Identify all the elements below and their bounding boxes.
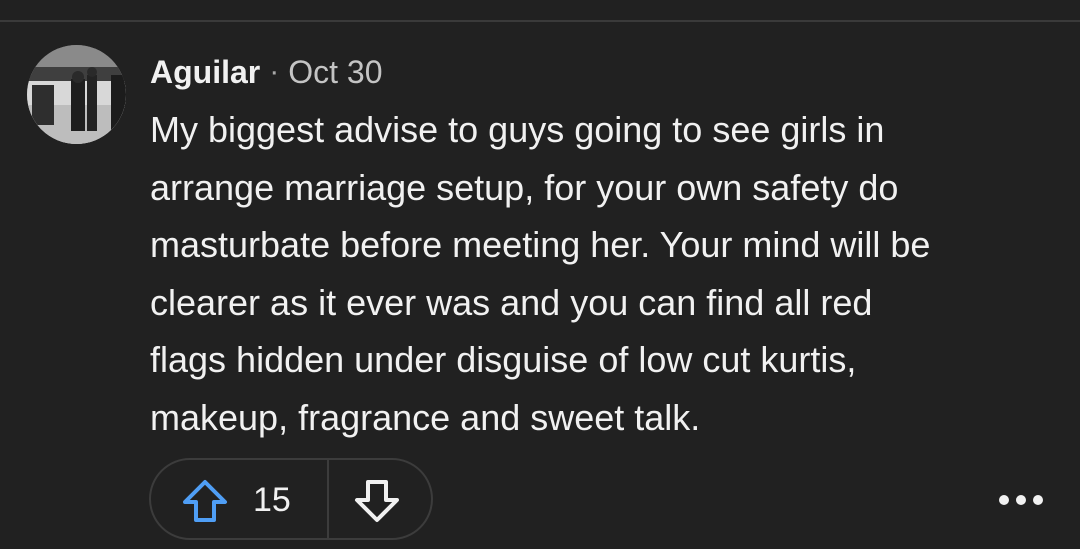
arrow-down-icon (355, 480, 399, 522)
meta-separator: · (269, 55, 280, 88)
vote-count: 15 (253, 481, 291, 519)
arrow-up-icon (183, 480, 227, 522)
downvote-button[interactable] (353, 479, 401, 523)
avatar-image (27, 45, 126, 144)
comment-body-line: flags hidden under disguise of low cut k… (150, 339, 857, 380)
comment-body-line: makeup, fragrance and sweet talk. (150, 396, 701, 438)
vote-divider (327, 460, 329, 538)
more-options-button[interactable] (990, 482, 1054, 518)
comment-body-line: clearer as it ever was and you can find … (150, 281, 873, 323)
comment-body-line: My biggest advise to guys going to see g… (150, 109, 885, 150)
vote-bar: 15 (149, 458, 433, 540)
author-name[interactable]: Aguilar (150, 54, 260, 91)
comment-body: My biggest advise to guys going to see g… (150, 101, 1060, 446)
top-divider (0, 20, 1080, 22)
comment-body-line: arrange marriage setup, for your own saf… (150, 166, 899, 208)
comment-body-line: masturbate before meeting her. Your mind… (150, 224, 931, 265)
upvote-button[interactable] (181, 479, 229, 523)
comment-meta: Aguilar · Oct 30 (150, 52, 383, 92)
more-horizontal-icon (999, 495, 1043, 505)
avatar[interactable] (27, 45, 126, 144)
comment-date: Oct 30 (288, 53, 383, 90)
